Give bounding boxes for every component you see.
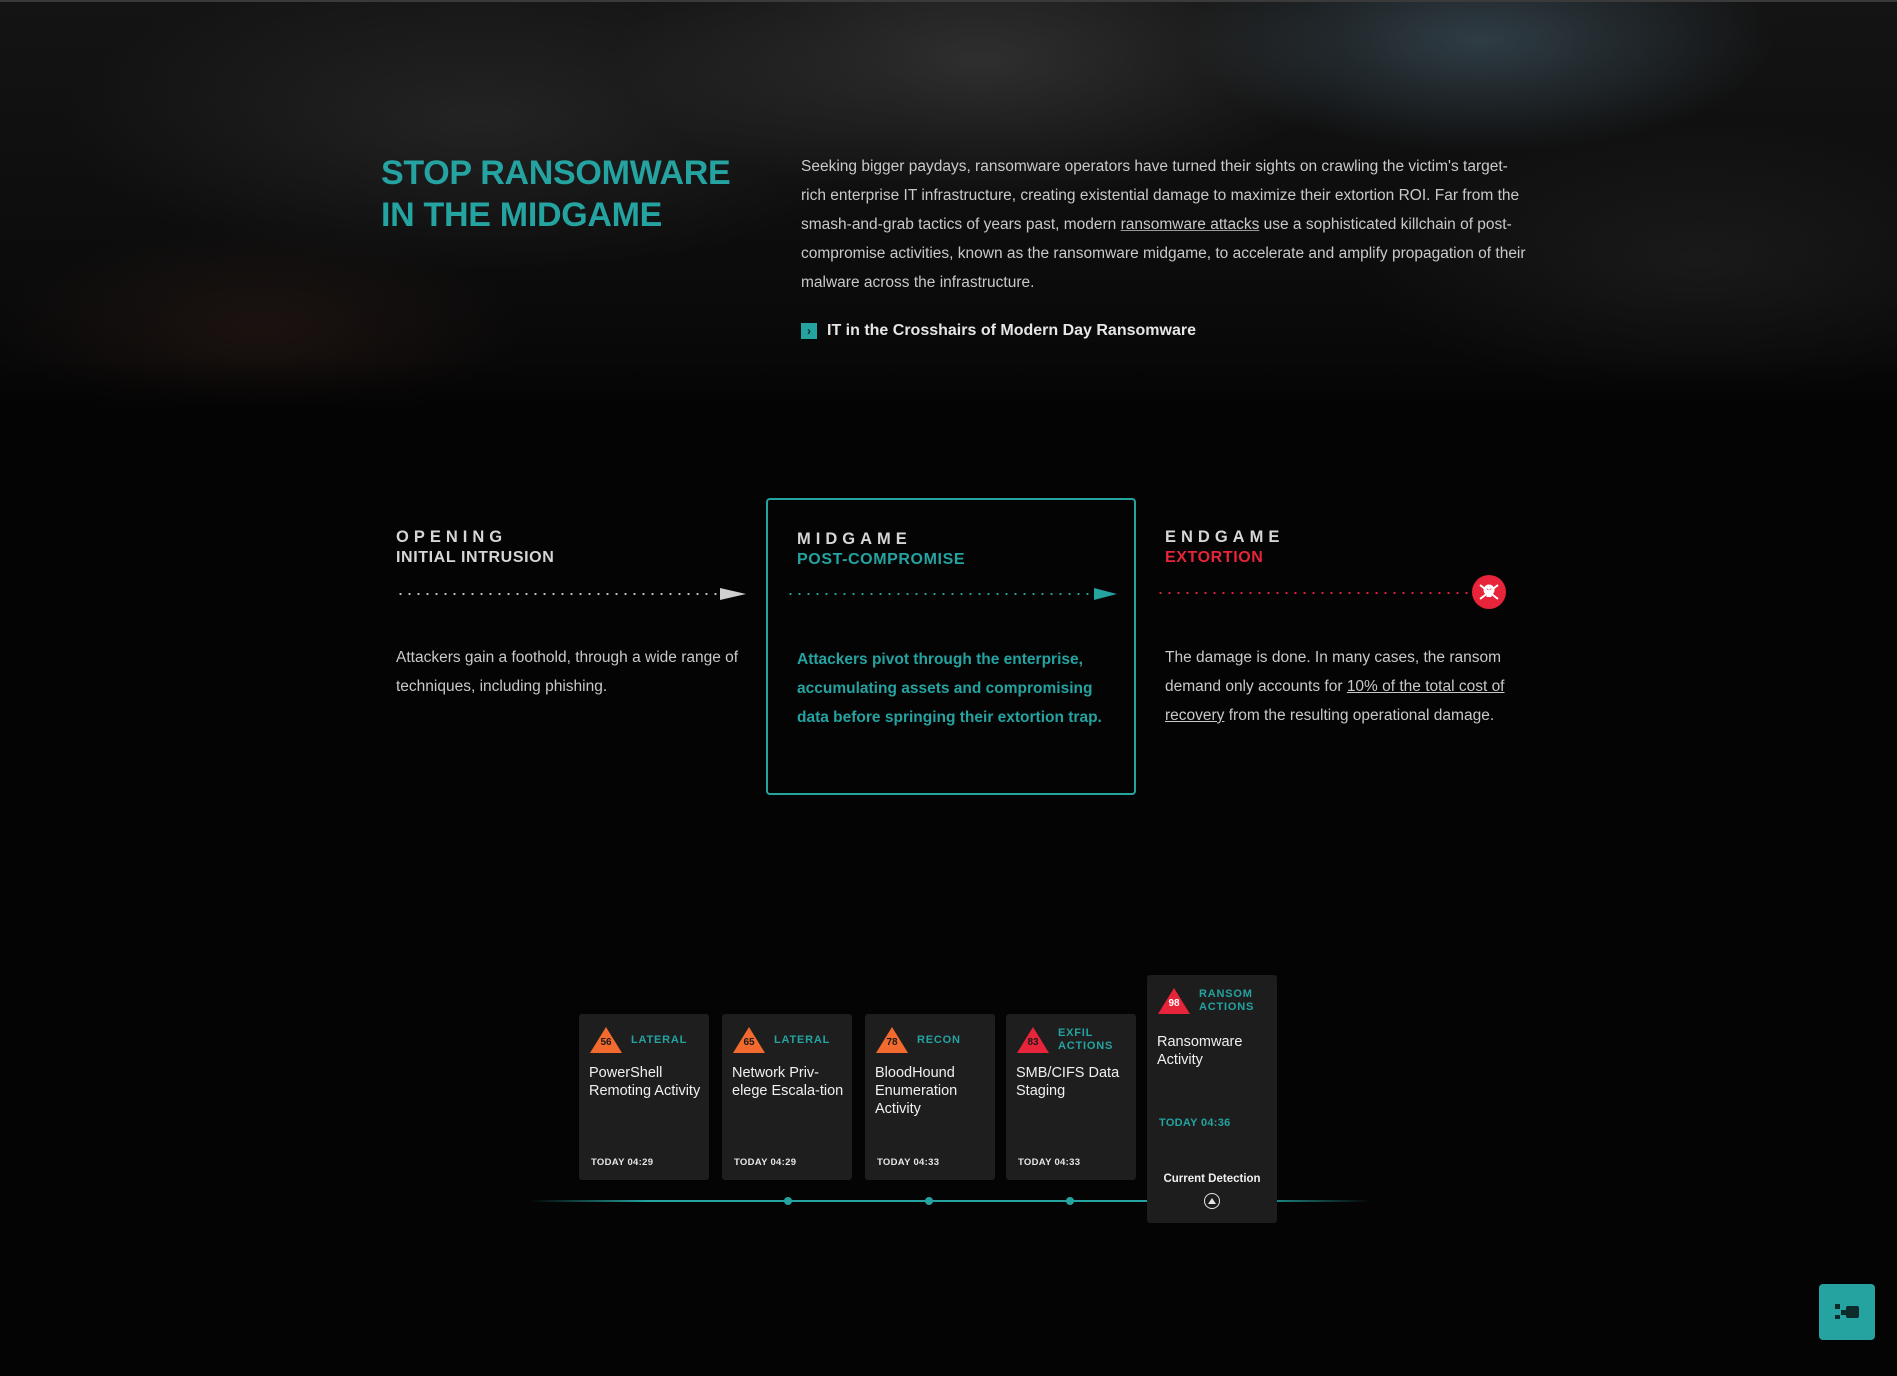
- phase-endgame: ENDGAME EXTORTION: [1165, 528, 1505, 567]
- detection-category: EXFIL ACTIONS: [1058, 1027, 1114, 1052]
- midgame-description: Attackers pivot through the enterprise, …: [797, 645, 1117, 732]
- detection-time: TODAY 04:33: [877, 1157, 940, 1168]
- detection-category: RECON: [917, 1033, 961, 1046]
- midgame-arrow-line: [786, 593, 1094, 595]
- chat-icon: [1835, 1304, 1859, 1319]
- timeline-dot: [925, 1197, 933, 1205]
- phase-midgame: MIDGAME POST-COMPROMISE: [797, 530, 1117, 569]
- threat-score: 65: [743, 1037, 755, 1048]
- threat-score-icon: 98: [1157, 987, 1191, 1015]
- detection-time: TODAY 04:29: [591, 1157, 654, 1168]
- detection-badge-row: 65 LATERAL: [732, 1026, 854, 1054]
- threat-score-icon: 65: [732, 1026, 766, 1054]
- endgame-label: ENDGAME: [1165, 528, 1285, 546]
- detection-title: Ransomware Activity: [1157, 1034, 1243, 1068]
- detection-badge-row: 56 LATERAL: [589, 1026, 711, 1054]
- detection-title: Network Priv-elege Escala-tion: [732, 1065, 844, 1099]
- hero-title: STOP RANSOMWARE IN THE MIDGAME: [381, 152, 741, 236]
- detection-time: TODAY 04:36: [1159, 1117, 1231, 1129]
- endgame-desc-text: The damage is done. In many cases, the r…: [1165, 643, 1525, 730]
- midgame-subtitle: POST-COMPROMISE: [797, 551, 966, 568]
- current-badge-row: 98 RANSOM ACTIONS: [1157, 987, 1259, 1015]
- opening-arrow-head-icon: [720, 588, 746, 600]
- detection-card[interactable]: 65 LATERAL Network Priv-elege Escala-tion T…: [722, 1014, 852, 1180]
- threat-score-icon: 83: [1016, 1026, 1050, 1054]
- crosshairs-report-label: IT in the Crosshairs of Modern Day Ranso…: [827, 322, 1196, 339]
- threat-score: 56: [600, 1037, 612, 1048]
- detection-badge-row: 78 RECON: [875, 1026, 997, 1054]
- detection-title: PowerShell Remoting Activity: [589, 1065, 701, 1099]
- threat-score-icon: 78: [875, 1026, 909, 1054]
- detection-time: TODAY 04:33: [1018, 1157, 1081, 1168]
- detection-category: LATERAL: [774, 1033, 831, 1046]
- detection-title: SMB/CIFS Data Staging: [1016, 1065, 1120, 1099]
- detection-time: TODAY 04:29: [734, 1157, 797, 1168]
- opening-subtitle: INITIAL INTRUSION: [396, 549, 555, 566]
- detection-category: RANSOM ACTIONS: [1199, 988, 1255, 1013]
- opening-label: OPENING: [396, 528, 508, 546]
- opening-desc-text: Attackers gain a foothold, through a wid…: [396, 649, 739, 695]
- hero-paragraph: Seeking bigger paydays, ransomware opera…: [801, 152, 1531, 297]
- timeline-dot: [784, 1197, 792, 1205]
- detection-card[interactable]: 56 LATERAL PowerShell Remoting Activity TOD…: [579, 1014, 709, 1180]
- opening-description: Attackers gain a foothold, through a wid…: [396, 643, 746, 701]
- midgame-label: MIDGAME: [797, 530, 912, 548]
- chat-button[interactable]: [1819, 1284, 1875, 1340]
- hero-title-line-2: IN THE MIDGAME: [381, 196, 663, 234]
- current-detection-label: Current Detection: [1163, 1173, 1261, 1185]
- top-divider: [0, 0, 1897, 2]
- threat-score: 78: [886, 1037, 898, 1048]
- current-detection-card[interactable]: 98 RANSOM ACTIONS Ransomware Activity TO…: [1147, 975, 1277, 1223]
- threat-score: 83: [1027, 1037, 1039, 1048]
- detection-badge-row: 83 EXFIL ACTIONS: [1016, 1026, 1118, 1054]
- phase-opening: OPENING INITIAL INTRUSION: [396, 528, 736, 567]
- detection-card[interactable]: 83 EXFIL ACTIONS SMB/CIFS Data Staging TODA…: [1006, 1014, 1136, 1180]
- chevron-up-icon[interactable]: [1204, 1193, 1220, 1209]
- detection-category: LATERAL: [631, 1033, 688, 1046]
- threat-score-icon: 56: [589, 1026, 623, 1054]
- opening-arrow-line: [396, 593, 720, 595]
- ransomware-attacks-link[interactable]: ransomware attacks: [1121, 216, 1260, 233]
- endgame-desc-part: from the resulting operational damage.: [1224, 707, 1495, 724]
- crosshairs-report-link[interactable]: › IT in the Crosshairs of Modern Day Ran…: [801, 322, 1196, 340]
- detection-title: BloodHound Enumeration Activity: [875, 1065, 958, 1117]
- endgame-subtitle: EXTORTION: [1165, 549, 1264, 566]
- timeline-dot: [1066, 1197, 1074, 1205]
- midgame-arrow-head-icon: [1094, 588, 1117, 600]
- skull-icon: [1472, 575, 1506, 609]
- midgame-desc-text: Attackers pivot through the enterprise, …: [797, 651, 1102, 726]
- detection-card[interactable]: 78 RECON BloodHound Enumeration Activity TO…: [865, 1014, 995, 1180]
- endgame-dotted-line: [1156, 592, 1472, 594]
- endgame-description: The damage is done. In many cases, the r…: [1165, 643, 1525, 730]
- chevron-right-icon: ›: [801, 323, 817, 339]
- threat-score: 98: [1168, 998, 1180, 1009]
- hero-title-line-1: STOP RANSOMWARE: [381, 154, 731, 192]
